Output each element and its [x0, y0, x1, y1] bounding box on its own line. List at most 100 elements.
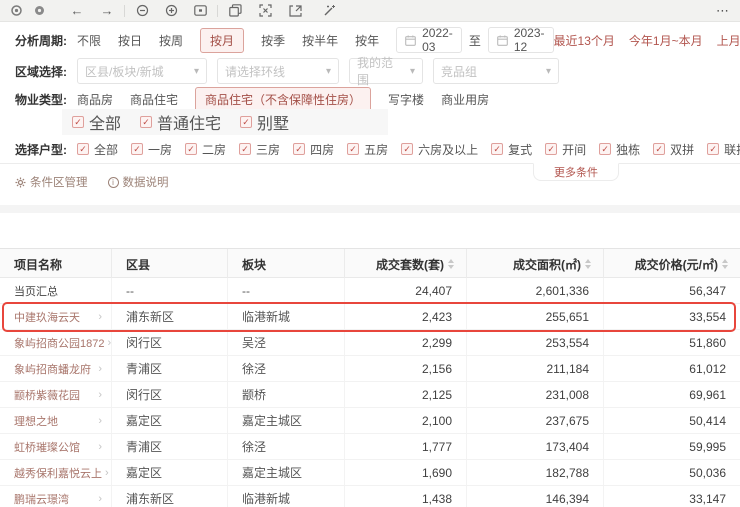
- chevron-right-icon: ›: [98, 415, 102, 427]
- column-header[interactable]: 成交价格(元/㎡): [604, 249, 740, 279]
- checkbox-icon: ✓: [72, 116, 84, 128]
- column-header-label: 成交价格(元/㎡): [635, 256, 718, 273]
- project-name-cell: 鹏瑞云璟湾›: [0, 486, 112, 507]
- house-type-checkbox-label: 复式: [508, 141, 532, 158]
- region-dropdown[interactable]: 请选择环线▾: [217, 58, 339, 84]
- house-type-checkbox[interactable]: ✓六房及以上: [401, 141, 478, 158]
- property-option[interactable]: 商品住宅（不含保障性住房）: [195, 87, 371, 112]
- project-name-link[interactable]: 虹桥璀璨公馆: [14, 439, 80, 455]
- table-body: 当页汇总----24,4072,601,33656,347中建玖海云天›浦东新区…: [0, 278, 740, 507]
- condition-manage-button[interactable]: 条件区管理: [15, 174, 88, 190]
- quick-link[interactable]: 最近13个月: [554, 32, 615, 49]
- period-option-按年[interactable]: 按年: [355, 32, 379, 49]
- arrow-right-icon[interactable]: →: [99, 3, 115, 19]
- house-type-checkbox[interactable]: ✓联排: [707, 141, 740, 158]
- district-cell: 青浦区: [112, 434, 228, 459]
- column-header-label: 成交面积(㎡): [513, 256, 581, 273]
- windows-icon[interactable]: [227, 3, 243, 19]
- sub-option-checkbox[interactable]: ✓全部: [72, 110, 121, 134]
- project-name-link[interactable]: 理想之地: [14, 413, 58, 429]
- open-window-icon[interactable]: [287, 3, 303, 19]
- chevron-down-icon: ▾: [326, 66, 331, 77]
- project-name-link[interactable]: 越秀保利嘉悦云上: [14, 465, 102, 481]
- date-to-input[interactable]: 2023-12: [488, 27, 554, 53]
- sort-icon[interactable]: [585, 259, 591, 269]
- price-cell: 33,147: [604, 486, 740, 507]
- project-name-cell: 颛桥紫薇花园›: [0, 382, 112, 407]
- house-type-checkbox-label: 一房: [148, 141, 172, 158]
- house-type-checkbox[interactable]: ✓双拼: [653, 141, 694, 158]
- fit-view-icon[interactable]: [192, 3, 208, 19]
- zoom-in-icon[interactable]: [163, 3, 179, 19]
- dot-icon[interactable]: [31, 3, 47, 19]
- region-dropdown[interactable]: 区县/板块/新城▾: [77, 58, 207, 84]
- data-note-label: 数据说明: [123, 174, 169, 190]
- house-type-checkbox-label: 开间: [562, 141, 586, 158]
- project-name-link[interactable]: 象屿招商蟠龙府: [14, 361, 91, 377]
- more-menu-button[interactable]: ⋯: [716, 0, 730, 22]
- data-note-button[interactable]: i 数据说明: [108, 174, 169, 190]
- house-type-checkbox[interactable]: ✓全部: [77, 141, 118, 158]
- house-type-checkbox[interactable]: ✓二房: [185, 141, 226, 158]
- sub-option-checkbox[interactable]: ✓别墅: [240, 110, 289, 134]
- quick-link[interactable]: 今年1月~本月: [629, 32, 703, 49]
- region-dropdown[interactable]: 我的范围▾: [349, 58, 423, 84]
- region-filter-row: 区域选择: 区县/板块/新城▾请选择环线▾我的范围▾竞品组▾: [15, 57, 569, 85]
- project-name-link[interactable]: 象屿招商公园1872: [14, 335, 104, 351]
- area-cell: 255,651: [467, 304, 604, 329]
- period-option-按季[interactable]: 按季: [261, 32, 285, 49]
- sort-icon[interactable]: [448, 259, 454, 269]
- sort-icon[interactable]: [722, 259, 728, 269]
- period-option-按半年[interactable]: 按半年: [302, 32, 338, 49]
- filter-panel-divider: [0, 163, 740, 164]
- quick-link[interactable]: 上月: [717, 32, 740, 49]
- property-option[interactable]: 商品住宅: [130, 91, 178, 108]
- more-conditions-tab[interactable]: 更多条件: [533, 163, 619, 181]
- sort-asc-icon: [448, 259, 454, 263]
- house-type-checkbox[interactable]: ✓开间: [545, 141, 586, 158]
- sub-option-checkbox[interactable]: ✓普通住宅: [140, 110, 221, 134]
- region-dropdowns: 区县/板块/新城▾请选择环线▾我的范围▾竞品组▾: [77, 58, 569, 84]
- project-name-link[interactable]: 颛桥紫薇花园: [14, 387, 80, 403]
- house-type-checkbox[interactable]: ✓复式: [491, 141, 532, 158]
- house-type-checkbox[interactable]: ✓三房: [239, 141, 280, 158]
- capture-icon[interactable]: [257, 3, 273, 19]
- period-option-按日[interactable]: 按日: [118, 32, 142, 49]
- zoom-out-icon[interactable]: [134, 3, 150, 19]
- column-header[interactable]: 成交面积(㎡): [467, 249, 604, 279]
- arrow-left-icon[interactable]: ←: [69, 3, 85, 19]
- property-option[interactable]: 商业用房: [441, 91, 489, 108]
- house-type-checkbox[interactable]: ✓一房: [131, 141, 172, 158]
- house-type-checkbox[interactable]: ✓独栋: [599, 141, 640, 158]
- project-name-link[interactable]: 鹏瑞云璟湾: [14, 491, 69, 507]
- column-header-label: 项目名称: [14, 256, 62, 273]
- dropdown-placeholder: 竞品组: [441, 63, 477, 80]
- dot-icon[interactable]: [8, 3, 24, 19]
- period-option-按月[interactable]: 按月: [200, 28, 244, 53]
- period-option-不限[interactable]: 不限: [77, 32, 101, 49]
- units-cell: 1,438: [345, 486, 467, 507]
- region-dropdown[interactable]: 竞品组▾: [433, 58, 559, 84]
- table-row: 颛桥紫薇花园›闵行区颛桥2,125231,00869,961: [0, 382, 740, 408]
- table-row: 越秀保利嘉悦云上›嘉定区嘉定主城区1,690182,78850,036: [0, 460, 740, 486]
- column-header[interactable]: 成交套数(套): [345, 249, 467, 279]
- house-type-checkbox[interactable]: ✓五房: [347, 141, 388, 158]
- period-option-按周[interactable]: 按周: [159, 32, 183, 49]
- property-option[interactable]: 写字楼: [388, 91, 424, 108]
- area-cell: 211,184: [467, 356, 604, 381]
- date-from-input[interactable]: 2022-03: [396, 27, 462, 53]
- table-row: 象屿招商公园1872›闵行区吴泾2,299253,55451,860: [0, 330, 740, 356]
- table-row: 象屿招商蟠龙府›青浦区徐泾2,156211,18461,012: [0, 356, 740, 382]
- period-filter-row: 分析周期: 不限按日按周按月按季按半年按年 2022-03 至 2023-12 …: [15, 27, 734, 53]
- units-cell: 2,125: [345, 382, 467, 407]
- chevron-down-icon: ▾: [410, 66, 415, 77]
- project-name-link[interactable]: 中建玖海云天: [14, 309, 80, 325]
- house-type-checkbox[interactable]: ✓四房: [293, 141, 334, 158]
- district-cell: 闵行区: [112, 382, 228, 407]
- calendar-icon: [497, 35, 508, 46]
- property-option[interactable]: 商品房: [77, 91, 113, 108]
- house-type-checkbox-label: 二房: [202, 141, 226, 158]
- magic-wand-icon[interactable]: [321, 3, 337, 19]
- price-cell: 56,347: [604, 278, 740, 303]
- sort-asc-icon: [585, 259, 591, 263]
